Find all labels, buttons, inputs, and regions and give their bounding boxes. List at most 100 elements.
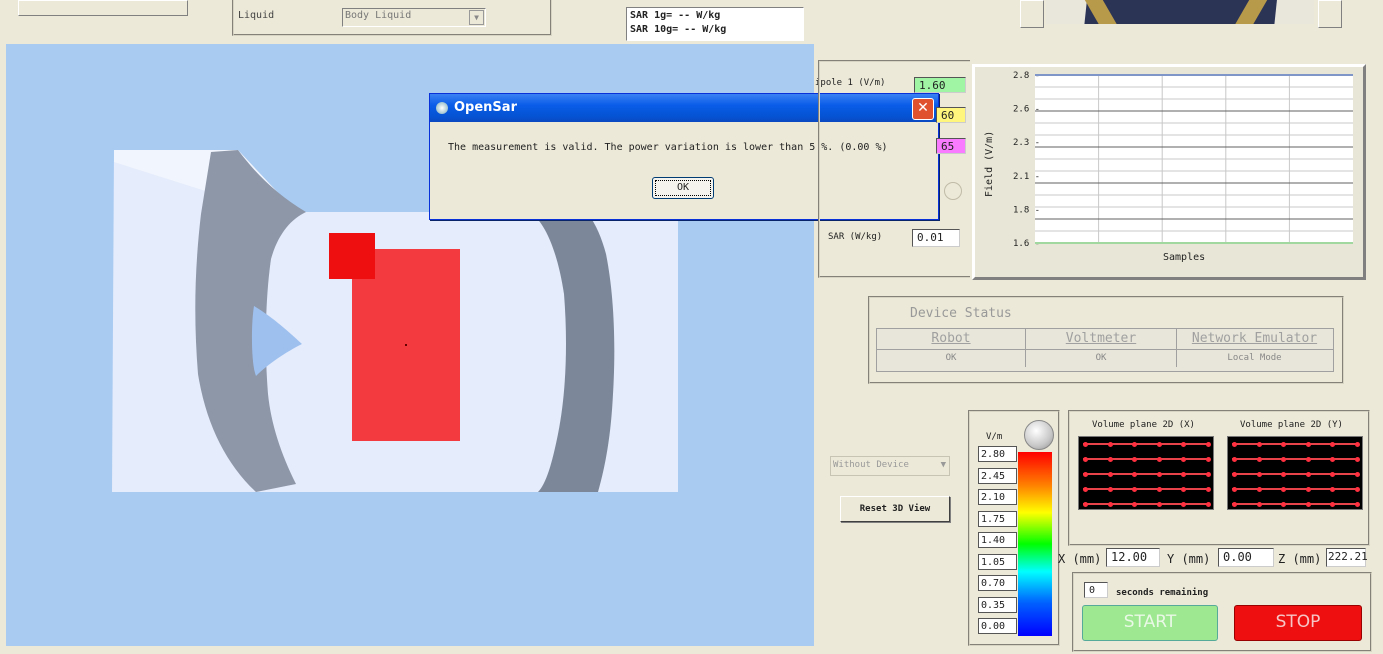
volume-point <box>1305 456 1311 462</box>
volume-point <box>1132 456 1137 462</box>
camera-scroll-left[interactable] <box>1020 0 1044 28</box>
volume-scan-line <box>1232 473 1358 475</box>
y-tick-label: 1.8 - <box>1013 205 1040 215</box>
reset-3d-view-button[interactable]: Reset 3D View <box>840 496 950 522</box>
volume-point <box>1181 441 1186 447</box>
device-status-table: Robot Voltmeter Network Emulator OK OK L… <box>876 328 1334 372</box>
z-value-field: 222.21 <box>1326 548 1368 567</box>
volume-point <box>1305 441 1311 447</box>
volume-point <box>1083 486 1088 492</box>
y-tick-label: 2.3 - <box>1013 138 1040 148</box>
volume-point <box>1132 486 1137 492</box>
volume-point <box>1354 486 1360 492</box>
volume-point <box>1256 501 1262 507</box>
volume-point <box>1354 456 1360 462</box>
volume-point <box>1305 501 1311 507</box>
volume-point <box>1330 471 1335 477</box>
volume-point <box>1281 501 1286 507</box>
volume-point <box>1132 471 1137 477</box>
volume-point <box>1107 471 1113 477</box>
volume-point <box>1256 471 1262 477</box>
volume-point <box>1205 471 1211 477</box>
ok-button[interactable]: OK <box>652 177 714 199</box>
colorbar-label: 0.35 <box>978 596 1017 613</box>
colorbar-label: 0.00 <box>978 618 1017 634</box>
volume-point <box>1305 486 1311 492</box>
volume-scan-line <box>1083 488 1209 490</box>
volume-point <box>1281 441 1286 447</box>
volume-scan-line <box>1083 443 1209 445</box>
app-icon <box>436 102 448 114</box>
y-label: Y (mm) <box>1167 552 1211 566</box>
liquid-label: Liquid <box>238 10 275 21</box>
colorbar-label: 2.45 <box>978 467 1017 484</box>
volume-point <box>1107 486 1113 492</box>
volume-point <box>1083 456 1088 462</box>
volume-scan-line <box>1232 458 1358 460</box>
chevron-down-icon[interactable]: ▼ <box>469 10 484 25</box>
liquid-select[interactable]: Body Liquid ▼ <box>342 8 486 27</box>
start-button[interactable]: START <box>1082 605 1218 641</box>
volume-point <box>1181 486 1186 492</box>
volume-point <box>1181 501 1186 507</box>
volume-scan-line <box>1083 458 1209 460</box>
volume-point <box>1107 456 1113 462</box>
z-label: Z (mm) <box>1278 552 1322 566</box>
volume-point <box>1107 501 1113 507</box>
volume-point <box>1354 441 1360 447</box>
stop-button[interactable]: STOP <box>1234 605 1362 641</box>
volume-point <box>1281 471 1286 477</box>
volume-plane-y <box>1227 436 1363 510</box>
status-header-voltmeter: Voltmeter <box>1026 329 1177 349</box>
chevron-down-icon[interactable]: ▼ <box>941 460 946 470</box>
volume-point <box>1083 501 1088 507</box>
volume-scan-line <box>1232 503 1358 505</box>
volume-point <box>1107 441 1113 447</box>
volume-point <box>1205 486 1211 492</box>
volume-point <box>1156 456 1162 462</box>
top-left-box <box>18 0 188 16</box>
colorbar-labels: 2.80 2.45 2.10 1.75 1.40 1.05 0.70 0.35 0.00 <box>978 446 1018 638</box>
y-tick-label: 2.1 - <box>1013 172 1040 182</box>
x-label: X (mm) <box>1058 552 1102 566</box>
volume-point <box>1156 486 1162 492</box>
volume-y-title: Volume plane 2D (Y) <box>1240 420 1343 430</box>
volume-point <box>1205 456 1211 462</box>
volume-point <box>1083 471 1088 477</box>
status-header-robot: Robot <box>877 329 1026 349</box>
volume-x-title: Volume plane 2D (X) <box>1092 420 1195 430</box>
volume-point <box>1232 471 1237 477</box>
volume-point <box>1232 486 1237 492</box>
device-select[interactable]: Without Device ▼ <box>830 456 950 476</box>
volume-point <box>1132 441 1137 447</box>
volume-point <box>1156 471 1162 477</box>
volume-point <box>1205 441 1211 447</box>
colorbar-label: 2.80 <box>978 446 1017 462</box>
sar-10g-text: SAR 10g= -- W/kg <box>630 24 727 35</box>
volume-point <box>1330 501 1335 507</box>
device-select-value: Without Device <box>833 460 909 470</box>
y-axis-label: Field (V/m) <box>984 131 995 197</box>
volume-point <box>1330 456 1335 462</box>
volume-point <box>1232 441 1237 447</box>
colorbar-gradient <box>1018 452 1052 636</box>
device-status-title: Device Status <box>910 306 1012 321</box>
status-value-voltmeter: OK <box>1026 350 1177 367</box>
camera-scroll-right[interactable] <box>1318 0 1342 28</box>
volume-point <box>1156 441 1162 447</box>
probe-group <box>818 60 970 278</box>
volume-scan-line <box>1232 488 1358 490</box>
volume-point <box>1354 471 1360 477</box>
camera-image <box>1046 0 1314 24</box>
colorbar-toggle-icon[interactable] <box>1024 420 1054 450</box>
volume-point <box>1256 456 1262 462</box>
colorbar-label: 0.70 <box>978 575 1017 591</box>
colorbar-label: 1.75 <box>978 510 1017 527</box>
volume-scan-line <box>1083 503 1209 505</box>
volume-point <box>1256 441 1262 447</box>
volume-point <box>1232 456 1237 462</box>
volume-point <box>1232 501 1237 507</box>
y-value-field: 0.00 <box>1218 548 1274 567</box>
seconds-remaining-field: 0 <box>1084 582 1108 598</box>
volume-point <box>1281 456 1286 462</box>
